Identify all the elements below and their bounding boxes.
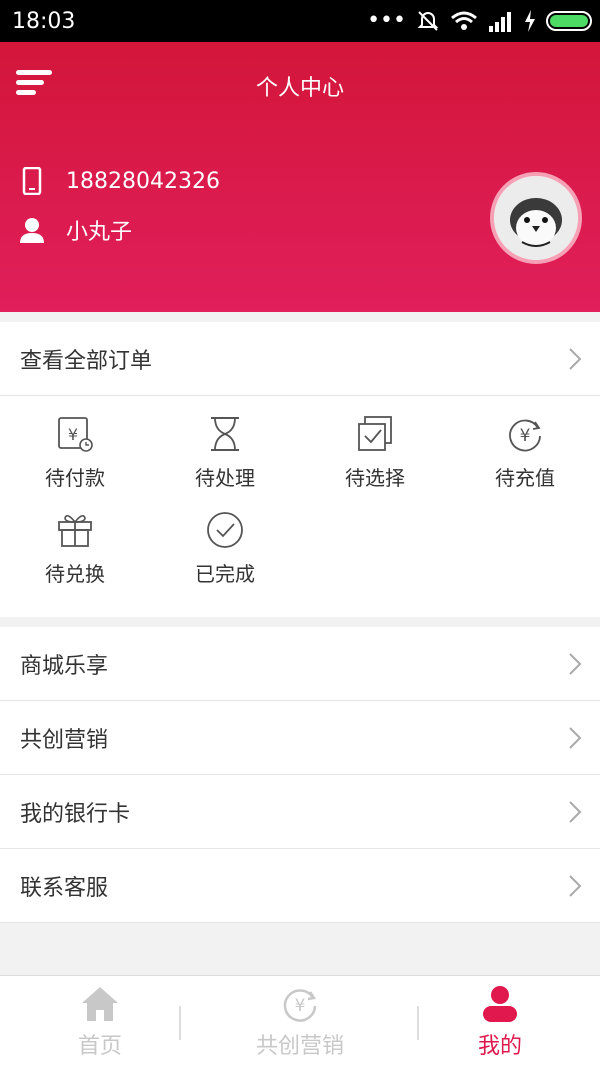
check-circle-icon xyxy=(207,512,243,548)
bottom-tab-bar: 首页 ¥ 共创营销 我的 xyxy=(0,975,600,1067)
username: 小丸子 xyxy=(66,220,133,245)
order-pending-selection[interactable]: 待选择 xyxy=(300,414,450,510)
chevron-right-icon xyxy=(569,347,582,370)
checkbox-stack-icon xyxy=(358,416,392,451)
order-pending-payment[interactable]: ¥ 待付款 xyxy=(0,414,150,510)
signal-icon xyxy=(489,11,511,32)
hourglass-icon xyxy=(211,417,239,451)
tab-home[interactable]: 首页 xyxy=(0,976,200,1067)
silent-icon xyxy=(417,10,439,31)
status-bar: 18:03 ••• xyxy=(0,0,600,42)
yen-refresh-icon: ¥ xyxy=(283,988,317,1022)
phone-icon xyxy=(18,167,46,195)
menu-item-marketing[interactable]: 共创营销 xyxy=(0,701,600,775)
username-row: 小丸子 xyxy=(18,214,132,246)
menu-item-mall[interactable]: 商城乐享 xyxy=(0,627,600,701)
yen-refresh-icon: ¥ xyxy=(509,419,541,452)
orders-card: 查看全部订单 ¥ 待付款 待处理 待选择 ¥ 待充值 待兑换 已完成 xyxy=(0,322,600,617)
phone-row: 18828042326 xyxy=(18,167,220,195)
phone-number: 18828042326 xyxy=(66,168,220,194)
view-all-orders-row[interactable]: 查看全部订单 xyxy=(0,322,600,396)
charging-icon xyxy=(525,9,535,32)
svg-text:¥: ¥ xyxy=(520,426,531,446)
status-time: 18:03 xyxy=(12,9,76,34)
order-completed[interactable]: 已完成 xyxy=(150,510,300,606)
chevron-right-icon xyxy=(569,874,582,897)
chevron-right-icon xyxy=(569,652,582,675)
user-icon xyxy=(18,216,46,244)
gift-icon xyxy=(58,514,92,547)
menu-card: 商城乐享 共创营销 我的银行卡 联系客服 xyxy=(0,627,600,923)
view-all-orders-label: 查看全部订单 xyxy=(20,348,153,374)
order-pending-exchange[interactable]: 待兑换 xyxy=(0,510,150,606)
chevron-right-icon xyxy=(569,800,582,823)
svg-text:¥: ¥ xyxy=(295,996,306,1016)
wifi-icon xyxy=(451,11,477,30)
order-pending-recharge[interactable]: ¥ 待充值 xyxy=(450,414,600,510)
home-icon xyxy=(82,986,118,1021)
chevron-right-icon xyxy=(569,726,582,749)
tab-marketing[interactable]: ¥ 共创营销 xyxy=(200,976,400,1067)
yen-clock-icon: ¥ xyxy=(58,417,93,452)
order-pending-processing[interactable]: 待处理 xyxy=(150,414,300,510)
battery-icon xyxy=(546,10,592,31)
profile-header: 个人中心 18828042326 小丸子 xyxy=(0,42,600,312)
menu-item-bank-card[interactable]: 我的银行卡 xyxy=(0,775,600,849)
svg-text:¥: ¥ xyxy=(68,425,78,444)
menu-item-customer-service[interactable]: 联系客服 xyxy=(0,849,600,923)
more-dots-icon: ••• xyxy=(367,8,406,33)
status-icons: ••• xyxy=(367,8,592,33)
tab-mine[interactable]: 我的 xyxy=(400,976,600,1067)
user-icon xyxy=(483,985,517,1022)
order-status-grid: ¥ 待付款 待处理 待选择 ¥ 待充值 待兑换 已完成 xyxy=(0,396,600,616)
avatar[interactable] xyxy=(490,172,582,264)
page-title: 个人中心 xyxy=(255,76,344,101)
